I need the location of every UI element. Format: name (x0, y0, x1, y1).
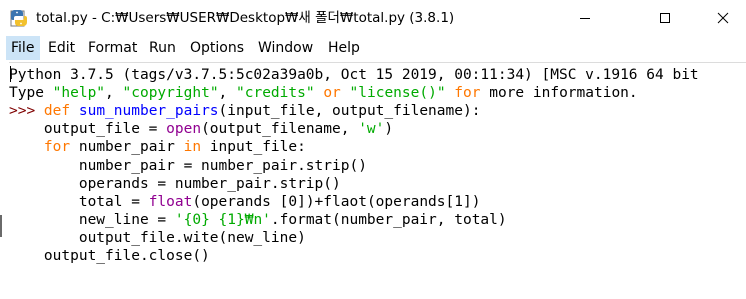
code-token: open (166, 121, 202, 138)
minimize-icon (580, 18, 590, 19)
code-token: , (105, 85, 123, 102)
code-token: number_pair = number_pair.strip() (9, 157, 367, 174)
maximize-icon (660, 13, 670, 23)
code-line: number_pair = number_pair.strip() (9, 157, 367, 175)
code-token: Type (9, 85, 53, 102)
code-token: or (323, 85, 341, 102)
maximize-button[interactable] (642, 0, 688, 36)
code-token: float (148, 193, 193, 210)
code-token: number_pair (70, 139, 184, 156)
code-token: ) (384, 121, 394, 138)
code-line: operands = number_pair.strip() (9, 175, 341, 193)
close-icon (717, 12, 729, 24)
code-token: for (43, 139, 71, 156)
code-token: def (43, 103, 71, 120)
code-token: '{0} {1}₩n' (174, 211, 271, 228)
code-token: input_file: (201, 139, 306, 156)
menu-format[interactable]: Format (88, 36, 137, 60)
code-token: "license()" (349, 85, 446, 102)
window-title: total.py - C:₩Users₩USER₩Desktop₩새 폴더₩to… (36, 10, 455, 26)
title-bar[interactable]: total.py - C:₩Users₩USER₩Desktop₩새 폴더₩to… (0, 0, 746, 36)
code-token: sum_number_pairs (78, 103, 219, 120)
code-line: new_line = '{0} {1}₩n'.format(number_pai… (9, 211, 507, 229)
left-edge-divider (0, 215, 2, 237)
code-token: "credits" (236, 85, 315, 102)
code-line: output_file.wite(new_line) (9, 229, 306, 247)
code-line: >>> def sum_number_pairs(input_file, out… (9, 102, 480, 120)
code-token: , (218, 85, 237, 102)
code-line: output_file.close() (9, 247, 210, 265)
code-token: (operands [0])+flaot(operands[1]) (192, 193, 481, 210)
code-token: Python 3.7.5 (tags/v3.7.5:5c02a39a0b, Oc… (9, 67, 699, 83)
code-token: new_line = (9, 211, 175, 228)
code-token: (output_filename, (201, 121, 359, 138)
code-token: in (183, 139, 202, 156)
menu-options[interactable]: Options (190, 36, 244, 60)
menu-help[interactable]: Help (328, 36, 360, 60)
python-idle-icon (10, 9, 28, 27)
code-token: >>> (9, 103, 44, 120)
code-line: output_file = open(output_filename, 'w') (9, 120, 393, 138)
close-button[interactable] (700, 0, 746, 36)
code-token: (input_file, output_filename): (218, 103, 481, 120)
code-token: total = (9, 193, 149, 210)
code-token: "help" (52, 85, 106, 102)
code-token: for (454, 85, 481, 102)
code-token: more information. (480, 85, 638, 102)
code-line: for number_pair in input_file: (9, 138, 306, 156)
code-token: "copyright" (122, 85, 219, 102)
code-line: Type "help", "copyright", "credits" or "… (9, 84, 638, 102)
code-token: output_file.wite(new_line) (9, 229, 306, 246)
menu-bar: File Edit Format Run Options Window Help (0, 36, 746, 60)
menu-edit[interactable]: Edit (48, 36, 75, 60)
code-token: output_file.close() (9, 248, 210, 264)
code-editor[interactable]: Python 3.7.5 (tags/v3.7.5:5c02a39a0b, Oc… (9, 62, 746, 299)
code-line: Python 3.7.5 (tags/v3.7.5:5c02a39a0b, Oc… (9, 66, 699, 84)
code-token: operands = number_pair.strip() (9, 175, 341, 192)
code-line: total = float(operands [0])+flaot(operan… (9, 193, 481, 211)
menu-window[interactable]: Window (258, 36, 313, 60)
idle-editor-window: total.py - C:₩Users₩USER₩Desktop₩새 폴더₩to… (0, 0, 746, 299)
menu-run[interactable]: Run (149, 36, 176, 60)
menu-file[interactable]: File (6, 36, 41, 60)
code-token: .format(number_pair, total) (270, 211, 507, 228)
minimize-button[interactable] (562, 0, 608, 36)
code-token: 'w' (358, 121, 385, 138)
code-token: output_file = (9, 121, 167, 138)
